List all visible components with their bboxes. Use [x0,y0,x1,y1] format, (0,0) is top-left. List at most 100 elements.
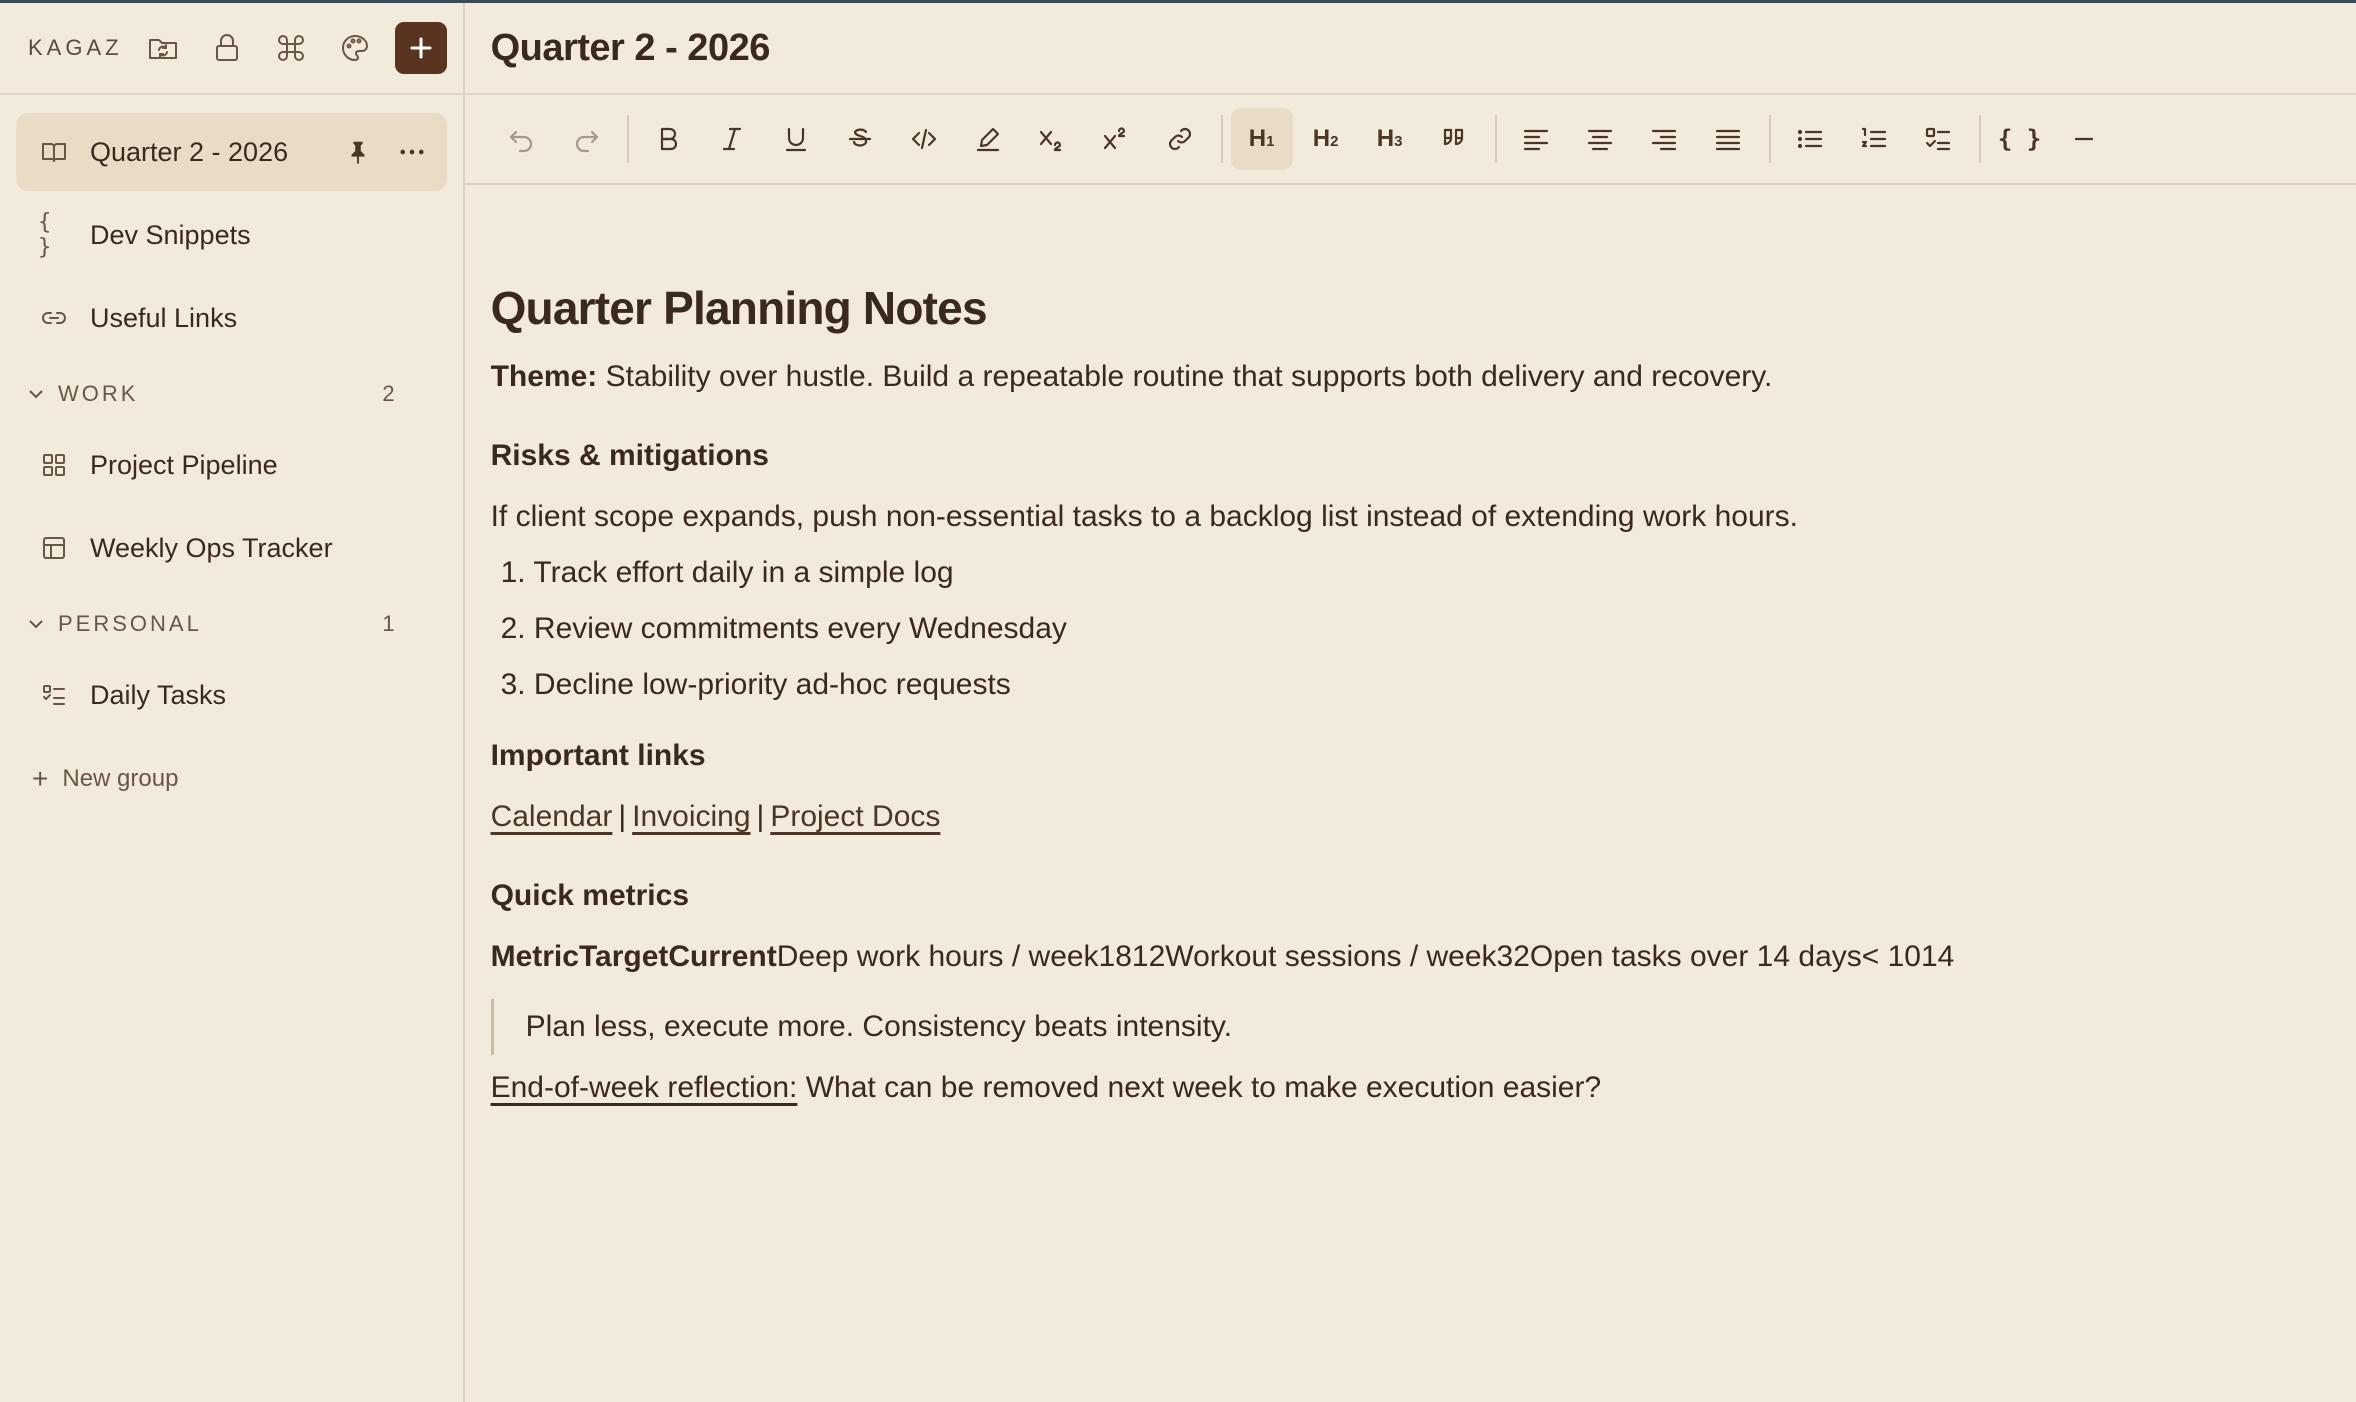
sidebar-item-quarter-2-2026[interactable]: Quarter 2 - 2026 [16,113,447,191]
toolbar-divider [1494,115,1497,163]
plus-icon: + [32,763,49,794]
heading-1-button[interactable]: H1 [1230,108,1293,170]
editor-pane: Quarter 2 - 2026 H1 H2 H3 {} Quarter Pl… [464,3,2356,1402]
document-title[interactable]: Quarter 2 - 2026 [491,27,771,70]
inline-code-button[interactable] [893,108,955,170]
underline-icon [785,127,806,152]
group-header-personal[interactable]: PERSONAL 1 [0,592,463,656]
book-open-icon [38,136,70,168]
new-group-button[interactable]: + New group [0,739,463,819]
link-invoicing[interactable]: Invoicing [632,800,750,833]
folder-sync-icon[interactable] [139,24,187,72]
align-center-button[interactable] [1569,108,1631,170]
ordered-list-button[interactable] [1843,108,1905,170]
ordered-list-icon [1861,127,1886,148]
task-list-button[interactable] [1907,108,1969,170]
theme-paragraph: Theme: Stability over hustle. Build a re… [491,357,2356,397]
heading-2-button[interactable]: H2 [1295,108,1357,170]
document-heading: Quarter Planning Notes [490,282,988,334]
metrics-rows: Deep work hours / week1812Workout sessio… [776,940,1955,973]
redo-button[interactable] [555,108,617,170]
sidebar-item-weekly-ops-tracker[interactable]: Weekly Ops Tracker [16,509,447,587]
superscript-button[interactable] [1085,108,1147,170]
align-justify-button[interactable] [1697,108,1759,170]
command-icon[interactable] [267,24,315,72]
new-page-button[interactable] [394,22,447,74]
link-calendar[interactable]: Calendar [491,800,613,833]
formatting-toolbar: H1 H2 H3 { } [464,95,2356,185]
align-left-icon [1523,129,1548,151]
lock-icon[interactable] [203,24,251,72]
sidebar: KAGAZ Quarter 2 - 2026 {} Dev Snippets … [0,3,465,1402]
superscript-icon [1103,127,1125,150]
sidebar-item-useful-links[interactable]: Useful Links [16,279,447,357]
highlighter-icon [976,127,999,152]
sidebar-item-label: Daily Tasks [90,679,227,710]
undo-icon [509,130,532,153]
horizontal-rule-button[interactable] [2053,108,2115,170]
more-options-icon[interactable] [395,137,429,167]
grid-icon [38,449,70,481]
redo-icon [575,130,598,153]
reflection-paragraph: End-of-week reflection: What can be remo… [491,1071,2356,1105]
underline-button[interactable] [765,108,827,170]
link-icon [38,302,70,334]
pin-icon[interactable] [343,137,373,167]
code-block-button[interactable]: { } [1989,108,2051,170]
bullet-list-icon [1797,129,1822,149]
heading-1-icon: H1 [1248,125,1275,152]
link-separator: | [618,800,627,833]
table-icon [38,532,70,564]
document-body[interactable]: Quarter Planning Notes Theme: Stability … [465,185,2356,1105]
braces-icon: { } [38,210,52,260]
italic-icon [722,127,741,151]
align-right-icon [1651,129,1676,151]
sidebar-nav: Quarter 2 - 2026 { } Dev Snippets Useful… [0,95,463,819]
group-name: WORK [58,381,139,406]
document-title-bar: Quarter 2 - 2026 [464,3,2356,95]
sidebar-item-label: Weekly Ops Tracker [90,532,333,563]
blockquote-button[interactable] [1423,108,1485,170]
highlight-button[interactable] [957,108,1019,170]
links-heading: Important links [490,739,706,772]
heading-3-button[interactable]: H3 [1359,108,1421,170]
quote-icon [1443,128,1463,146]
link-separator: | [756,800,765,833]
link-project-docs[interactable]: Project Docs [770,800,940,833]
strikethrough-button[interactable] [829,108,891,170]
sidebar-item-dev-snippets[interactable]: { } Dev Snippets [16,196,447,274]
align-left-button[interactable] [1505,108,1567,170]
sidebar-item-project-pipeline[interactable]: Project Pipeline [16,426,447,504]
palette-icon[interactable] [331,24,379,72]
list-item: 1. Track effort daily in a simple log [500,556,954,589]
risks-heading: Risks & mitigations [490,439,769,472]
sidebar-item-label: Useful Links [90,302,238,333]
bold-icon [660,127,677,151]
group-name: PERSONAL [58,611,202,636]
strikethrough-icon [848,128,871,147]
links-paragraph: Calendar | Invoicing | Project Docs [491,797,2356,837]
sidebar-item-label: Quarter 2 - 2026 [90,136,289,167]
align-center-icon [1587,129,1612,151]
sidebar-item-daily-tasks[interactable]: Daily Tasks [16,656,447,734]
toolbar-divider [1768,115,1771,163]
theme-text: Stability over hustle. Build a repeatabl… [597,360,1773,393]
link-button[interactable] [1149,108,1211,170]
group-header-work[interactable]: WORK 2 [0,362,463,426]
metrics-heading: Quick metrics [490,879,690,912]
list-item: 3. Decline low-priority ad-hoc requests [500,668,1011,701]
align-right-button[interactable] [1633,108,1695,170]
bullet-list-button[interactable] [1779,108,1841,170]
reflection-label: End-of-week reflection: [490,1071,798,1104]
toolbar-divider [1220,115,1223,163]
italic-button[interactable] [701,108,763,170]
metrics-table-text: MetricTargetCurrentDeep work hours / wee… [491,937,2356,977]
chevron-down-icon [26,614,46,634]
sidebar-item-label: Project Pipeline [90,449,278,480]
bold-button[interactable] [637,108,699,170]
undo-button[interactable] [491,108,553,170]
theme-label: Theme: [490,360,598,393]
subscript-button[interactable] [1021,108,1083,170]
subscript-icon [1039,130,1061,152]
align-justify-icon [1715,129,1740,151]
